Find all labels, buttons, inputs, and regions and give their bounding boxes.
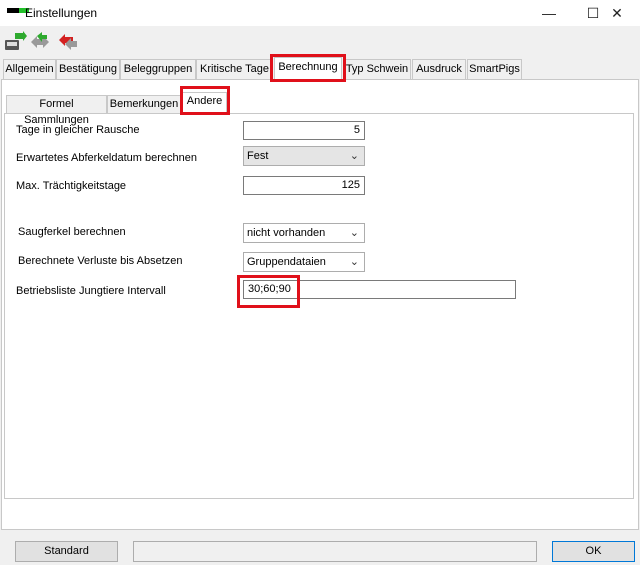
tage-input[interactable]: 5: [243, 121, 365, 140]
standard-button[interactable]: Standard: [15, 541, 118, 562]
subtab-page-andere: [4, 113, 634, 499]
undo-icon[interactable]: [55, 30, 79, 54]
refresh-icon[interactable]: [28, 30, 52, 54]
betriebsliste-label: Betriebsliste Jungtiere Intervall: [16, 285, 166, 297]
subtab-bemerkungen[interactable]: Bemerkungen: [107, 95, 181, 113]
verluste-label: Berechnete Verluste bis Absetzen: [18, 255, 183, 267]
traechtig-label: Max. Trächtigkeitstage: [16, 180, 127, 192]
subtab-andere[interactable]: Andere: [182, 92, 227, 114]
traechtig-input[interactable]: 125: [243, 176, 365, 195]
toolbar: [0, 26, 640, 56]
tab-bestaetigung[interactable]: Bestätigung: [56, 59, 120, 79]
subtab-formel-sammlungen[interactable]: Formel Sammlungen: [6, 95, 107, 126]
chevron-down-icon: ⌄: [349, 227, 359, 239]
verluste-dropdown[interactable]: Gruppendataien ⌄: [243, 252, 365, 272]
abferkel-dropdown[interactable]: Fest ⌄: [243, 146, 365, 166]
save-icon[interactable]: [3, 30, 27, 54]
abferkel-label: Erwartetes Abferkeldatum berechnen: [16, 152, 197, 164]
tab-allgemein[interactable]: Allgemein: [3, 59, 56, 79]
tab-typ-schwein[interactable]: Typ Schwein: [343, 59, 411, 79]
tab-beleggruppen[interactable]: Beleggruppen: [120, 59, 196, 79]
ok-button[interactable]: OK: [552, 541, 635, 562]
verluste-value: Gruppendataien: [247, 256, 326, 268]
tab-kritische-tage[interactable]: Kritische Tage: [196, 59, 273, 79]
status-field: [133, 541, 537, 562]
saugferkel-label: Saugferkel berechnen: [18, 226, 126, 238]
close-button[interactable]: ✕: [594, 0, 640, 26]
chevron-down-icon: ⌄: [349, 256, 359, 268]
tab-berechnung[interactable]: Berechnung: [274, 57, 342, 80]
tab-ausdruck[interactable]: Ausdruck: [412, 59, 466, 79]
abferkel-value: Fest: [247, 150, 269, 162]
tage-label: Tage in gleicher Rausche: [16, 124, 140, 136]
app-icon: [7, 8, 29, 16]
window-title: Einstellungen: [25, 6, 98, 20]
saugferkel-value: nicht vorhanden: [247, 227, 326, 239]
tab-smartpigs[interactable]: SmartPigs: [467, 59, 522, 79]
chevron-down-icon: ⌄: [349, 150, 359, 162]
betriebsliste-input[interactable]: 30;60;90: [243, 280, 516, 299]
minimize-button[interactable]: —: [526, 0, 572, 26]
saugferkel-dropdown[interactable]: nicht vorhanden ⌄: [243, 223, 365, 243]
